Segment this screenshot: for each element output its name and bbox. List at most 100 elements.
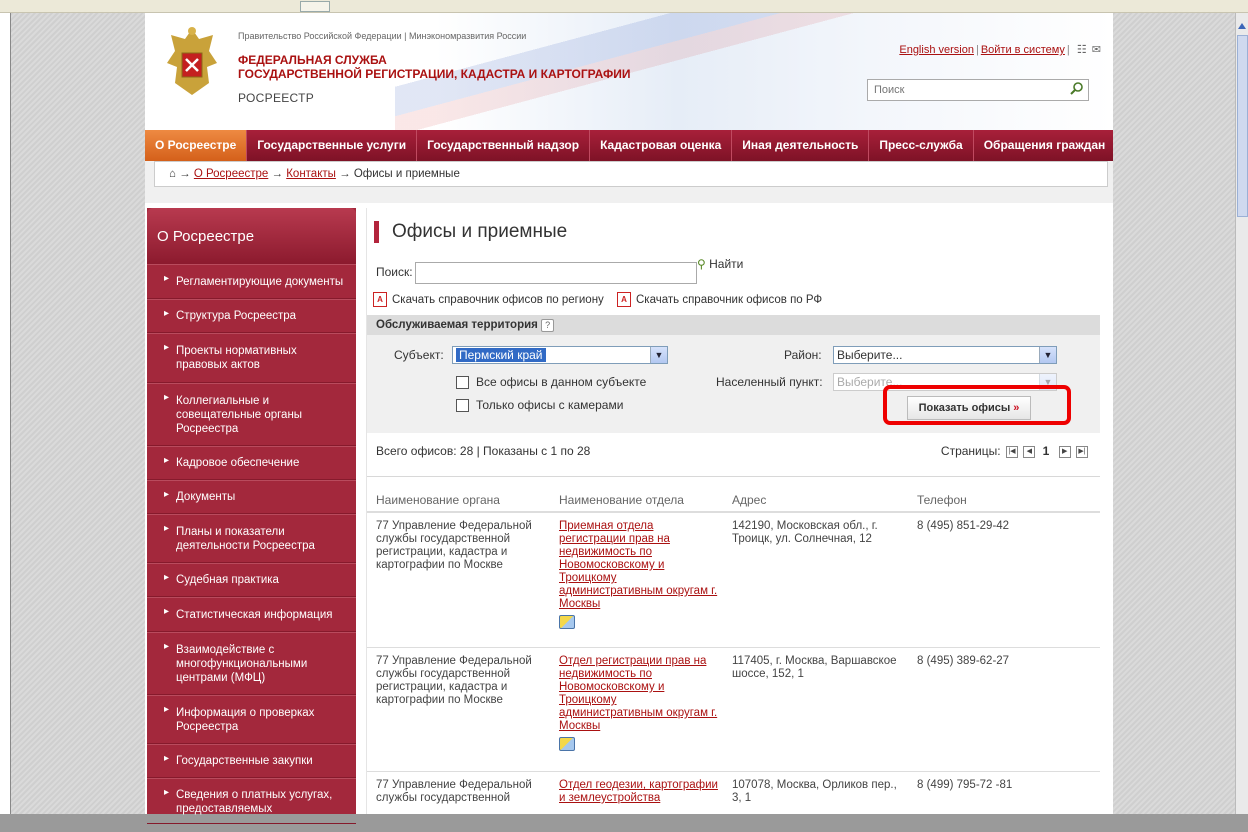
service-name: ФЕДЕРАЛЬНАЯ СЛУЖБА ГОСУДАРСТВЕННОЙ РЕГИС… [238,53,688,81]
address-cell: 142190, Московская обл., г. Троицк, ул. … [732,520,878,545]
results-summary: Всего офисов: 28 | Показаны с 1 по 28 [376,444,591,458]
chevron-down-icon: ▼ [650,347,667,363]
page-background-right [1113,13,1236,814]
header-search-box [867,79,1089,101]
sidebar-item-structure[interactable]: Структура Росреестра [147,299,356,333]
org-cell: 77 Управление Федеральной службы государ… [376,779,532,804]
browser-left-edge [0,13,11,814]
sidebar-item-mfc[interactable]: Взаимодействие с многофункциональными це… [147,632,356,695]
breadcrumb: ⌂ → О Росреестре → Контакты → Офисы и пр… [154,161,1108,187]
col-header-address: Адрес [732,493,767,507]
mail-icon[interactable]: ✉ [1092,43,1101,56]
nav-item-citizen-appeals[interactable]: Обращения граждан [974,130,1116,161]
scroll-up-icon[interactable] [1238,23,1246,29]
nav-item-other-activity[interactable]: Иная деятельность [732,130,870,161]
district-select[interactable]: Выберите... ▼ [833,346,1057,364]
page: Правительство Российской Федерации | Мин… [145,13,1113,824]
sidebar-item-staffing[interactable]: Кадровое обеспечение [147,446,356,480]
last-page-icon[interactable]: ▶| [1076,445,1088,458]
header-search-input[interactable] [872,80,1056,100]
table-row: 77 Управление Федеральной службы государ… [367,648,1100,772]
sidebar-item-procurement[interactable]: Государственные закупки [147,744,356,778]
dept-link[interactable]: Отдел геодезии, картографии и землеустро… [559,779,718,804]
subject-selected-value: Пермский край [456,348,546,362]
camera-offices-label: Только офисы с камерами [476,398,624,412]
emblem-icon [167,27,217,95]
office-search-input[interactable] [414,262,697,284]
sidebar-item-paid-services[interactable]: Сведения о платных услугах, предоставляе… [147,778,356,824]
nav-item-gov-services[interactable]: Государственные услуги [247,130,418,161]
browser-tab[interactable] [300,1,330,12]
government-line: Правительство Российской Федерации | Мин… [238,31,527,41]
sidebar-item-statistics[interactable]: Статистическая информация [147,597,356,632]
org-cell: 77 Управление Федеральной службы государ… [376,520,532,571]
sidebar-title: О Росреестре [147,208,356,264]
map-icon[interactable] [559,737,575,751]
pdf-icon: A [617,292,631,307]
service-name-line-2: ГОСУДАРСТВЕННОЙ РЕГИСТРАЦИИ, КАДАСТРА И … [238,67,631,81]
breadcrumb-contacts[interactable]: Контакты [286,168,336,180]
locality-label: Населенный пункт: [716,375,823,389]
sidebar-item-documents[interactable]: Документы [147,480,356,514]
nav-item-about[interactable]: О Росреестре [145,130,248,161]
col-header-dept: Наименование отдела [559,493,684,507]
pager: Страницы: |◀ ◀ 1 ▶ ▶| [941,444,1088,458]
map-icon[interactable] [559,615,575,629]
dept-link[interactable]: Приемная отдела регистрации прав на недв… [559,520,717,610]
highlight-annotation [883,385,1071,425]
all-offices-label: Все офисы в данном субъекте [476,375,647,389]
page-background-left [11,13,145,814]
breadcrumb-about[interactable]: О Росреестре [194,168,268,180]
find-button[interactable]: ⚲ Найти [697,257,743,271]
prev-page-icon[interactable]: ◀ [1023,445,1036,458]
sidebar-item-collegial-bodies[interactable]: Коллегиальные и совещательные органы Рос… [147,383,356,446]
table-header: Наименование органа Наименование отдела … [367,476,1100,513]
first-page-icon[interactable]: |◀ [1005,445,1018,458]
phone-cell: 8 (499) 795-72 -81 [917,779,1013,791]
org-cell: 77 Управление Федеральной службы государ… [376,655,532,706]
site-header: Правительство Российской Федерации | Мин… [145,13,1113,133]
download-rf-link[interactable]: Скачать справочник офисов по РФ [636,294,822,306]
offices-table: Наименование органа Наименование отдела … [367,476,1100,832]
help-icon[interactable]: ? [541,319,555,332]
english-version-link[interactable]: English version [899,44,974,56]
scroll-thumb[interactable] [1237,35,1248,217]
browser-top-bar [0,0,1248,13]
magnifier-icon: ⚲ [697,257,706,271]
download-region-link[interactable]: Скачать справочник офисов по региону [392,294,604,306]
table-row: 77 Управление Федеральной службы государ… [367,772,1100,832]
filter-header: Обслуживаемая территория ? [367,315,1100,335]
sidebar-item-draft-acts[interactable]: Проекты нормативных правовых актов [147,333,356,383]
camera-offices-checkbox[interactable] [456,399,469,412]
sidebar-item-regulations[interactable]: Регламентирующие документы [147,264,356,299]
home-icon[interactable]: ⌂ [169,168,176,180]
service-name-line-1: ФЕДЕРАЛЬНАЯ СЛУЖБА [238,53,387,67]
district-label: Район: [784,348,822,362]
nav-item-gov-supervision[interactable]: Государственный надзор [417,130,591,161]
subject-select[interactable]: Пермский край ▼ [452,346,668,364]
phone-cell: 8 (495) 389-62-27 [917,655,1010,667]
office-search-row: Поиск: [376,262,697,284]
col-header-phone: Телефон [917,493,967,507]
dept-cell: Отдел регистрации прав на недвижимость п… [559,655,721,751]
pdf-icon: A [373,292,387,307]
main-nav: О Росреестре Государственные услуги Госу… [145,130,1113,161]
short-name: РОСРЕЕСТР [238,91,315,105]
col-header-org: Наименование органа [376,493,500,507]
current-page: 1 [1042,444,1050,458]
next-page-icon[interactable]: ▶ [1058,445,1071,458]
vertical-scrollbar[interactable] [1235,13,1248,814]
dept-link[interactable]: Отдел регистрации прав на недвижимость п… [559,655,717,732]
sidebar-item-judicial[interactable]: Судебная практика [147,563,356,597]
sidebar-item-inspections[interactable]: Информация о проверках Росреестра [147,695,356,744]
nav-item-cadastral-valuation[interactable]: Кадастровая оценка [590,130,733,161]
sidebar-item-plans[interactable]: Планы и показатели деятельности Росреест… [147,514,356,563]
address-cell: 117405, г. Москва, Варшавское шоссе, 152… [732,655,897,680]
all-offices-checkbox[interactable] [456,376,469,389]
search-icon[interactable] [1068,81,1086,97]
login-link[interactable]: Войти в систему [981,44,1065,56]
breadcrumb-current: Офисы и приемные [353,168,460,180]
sitemap-icon[interactable]: ☷ [1077,43,1087,56]
nav-item-press[interactable]: Пресс-служба [869,130,974,161]
chevron-down-icon: ▼ [1039,347,1056,363]
